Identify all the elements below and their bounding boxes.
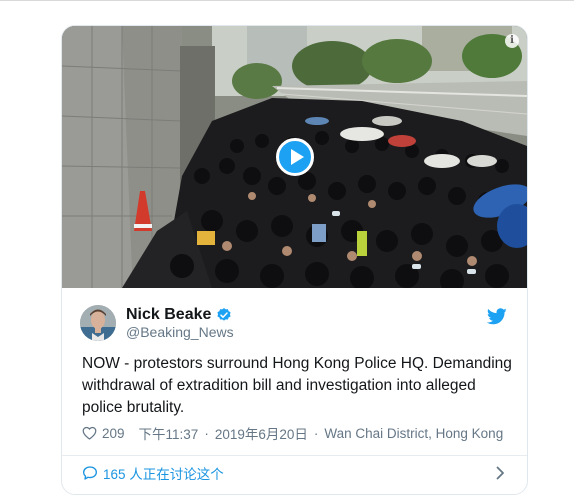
author-row[interactable]: Nick Beake (126, 305, 232, 325)
tweet-text: NOW - protestors surround Hong Kong Poli… (82, 355, 512, 416)
meta-separator: · (313, 425, 319, 441)
tweet-time[interactable]: 下午11:37 (139, 423, 199, 443)
tweet-location[interactable]: Wan Chai District, Hong Kong (324, 426, 503, 441)
chevron-right-icon[interactable] (496, 466, 505, 480)
tweet-date[interactable]: 2019年6月20日 (215, 423, 308, 443)
speech-bubble-icon (83, 466, 97, 480)
like-count[interactable]: 209 (102, 426, 125, 441)
top-divider (0, 0, 574, 1)
play-icon[interactable] (276, 138, 314, 176)
discussion-label[interactable]: 165 人正在讨论这个 (103, 463, 224, 483)
author-handle[interactable]: @Beaking_News (126, 324, 234, 340)
video-player[interactable]: i (62, 26, 527, 288)
embedded-tweet-card[interactable]: i Nick Beake @Beaking_News NOW - protest… (61, 25, 528, 495)
meta-separator: · (204, 425, 209, 441)
discussion-link[interactable]: 165 人正在讨论这个 (82, 463, 224, 483)
verified-badge-icon (217, 308, 231, 321)
twitter-bird-icon[interactable] (487, 308, 507, 325)
avatar[interactable] (80, 305, 116, 341)
tweet-meta: 209 下午11:37 · 2019年6月20日 · Wan Chai Dist… (82, 424, 503, 442)
card-divider (62, 455, 527, 456)
heart-icon[interactable] (82, 426, 97, 440)
info-icon[interactable]: i (505, 34, 519, 48)
author-name[interactable]: Nick Beake (126, 306, 211, 324)
